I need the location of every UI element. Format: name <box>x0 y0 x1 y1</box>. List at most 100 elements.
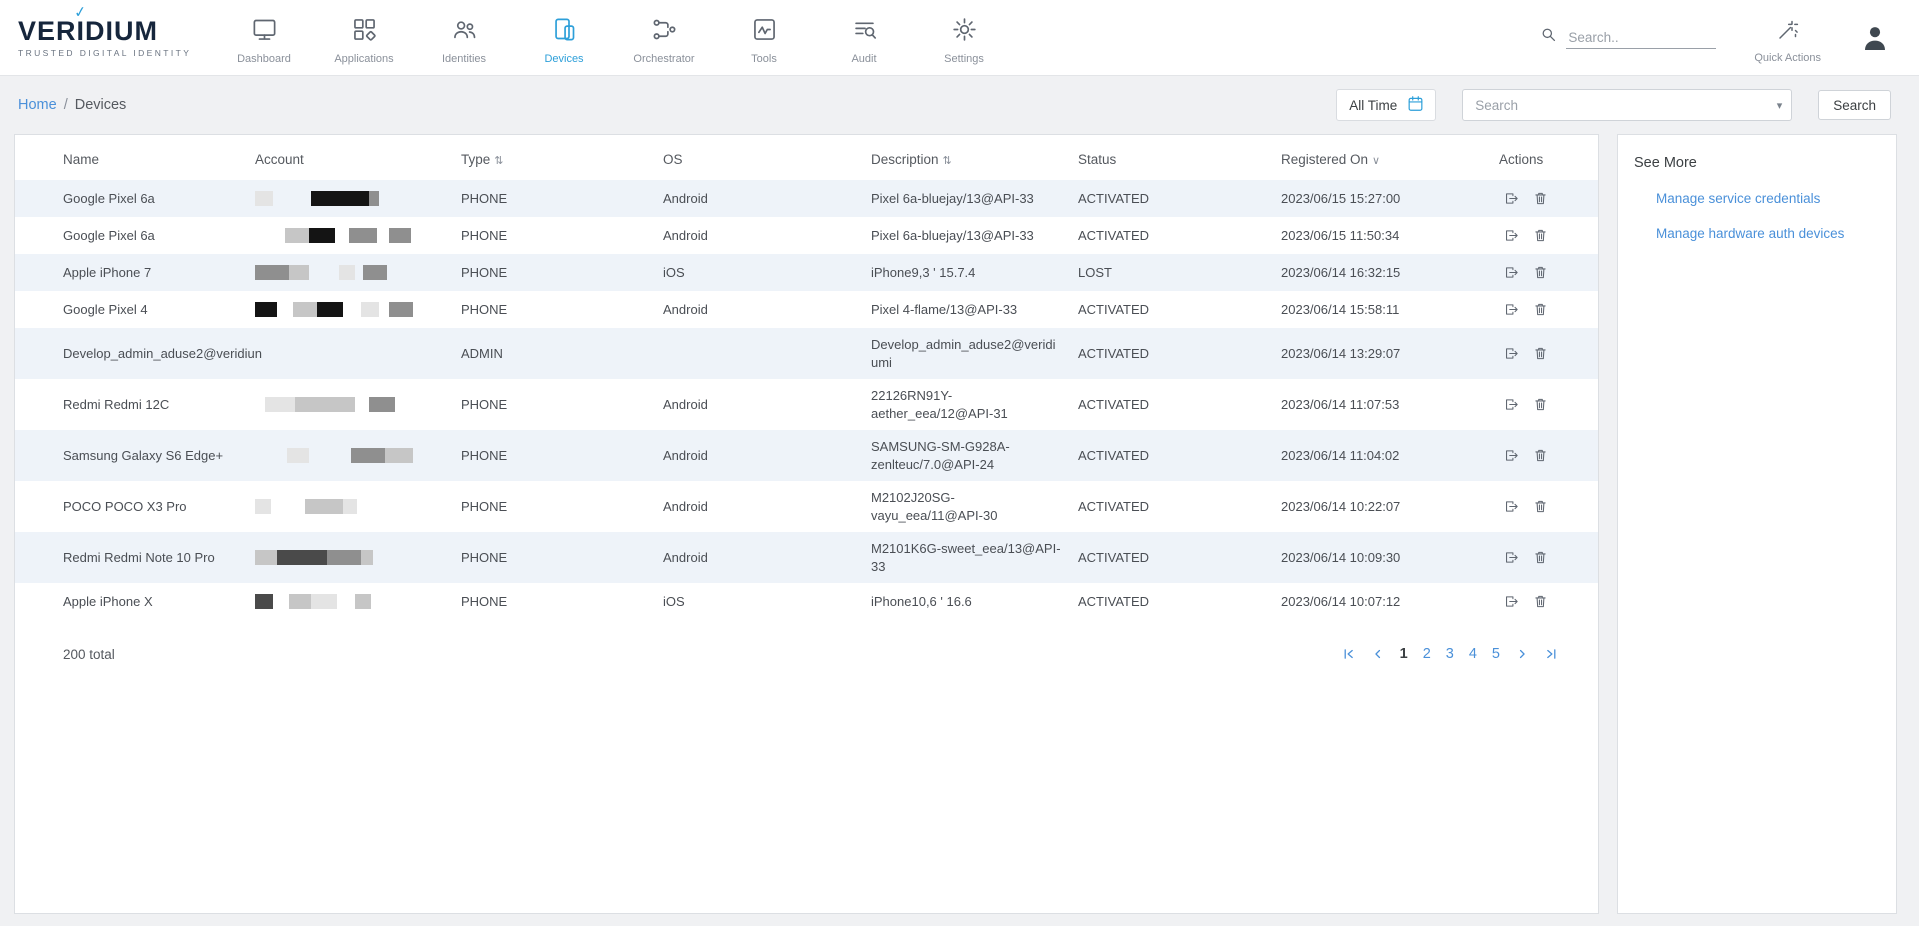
trash-icon <box>1532 264 1549 281</box>
trash-icon <box>1532 190 1549 207</box>
previous-page-button[interactable] <box>1371 647 1385 661</box>
device-name: Redmi Redmi 12C <box>15 379 247 430</box>
column-header-name: Name <box>15 137 247 180</box>
next-page-button[interactable] <box>1515 647 1529 661</box>
delete-device-button[interactable] <box>1528 394 1553 415</box>
delete-device-button[interactable] <box>1528 445 1553 466</box>
redacted-account <box>255 594 445 609</box>
page-number[interactable]: 1 <box>1400 646 1408 662</box>
nav-label: Audit <box>851 53 876 65</box>
trash-icon <box>1532 593 1549 610</box>
redacted-account <box>255 550 445 565</box>
view-sessions-button[interactable] <box>1499 445 1524 466</box>
box-arrow-right-icon <box>1503 227 1520 244</box>
nav-item-devices[interactable]: Devices <box>514 0 614 75</box>
time-range-filter-button[interactable]: All Time <box>1336 89 1436 121</box>
sort-icon: ⇅ <box>494 155 503 167</box>
nav-label: Tools <box>751 53 777 65</box>
delete-device-button[interactable] <box>1528 262 1553 283</box>
column-header-type[interactable]: Type⇅ <box>453 137 655 180</box>
sort-icon: ∨ <box>1372 155 1380 167</box>
global-search-input[interactable] <box>1566 27 1716 49</box>
table-row: Google Pixel 4 PHONE Android Pixel 4-fla… <box>15 291 1598 328</box>
manage-hardware-auth-devices-link[interactable]: Manage hardware auth devices <box>1656 226 1880 241</box>
table-row: Google Pixel 6a PHONE Android Pixel 6a-b… <box>15 217 1598 254</box>
device-status: LOST <box>1070 254 1273 291</box>
device-description: iPhone9,3 ' 15.7.4 <box>863 254 1070 291</box>
page-number[interactable]: 2 <box>1423 646 1431 662</box>
trash-icon <box>1532 227 1549 244</box>
chevron-left-icon <box>1371 647 1385 661</box>
devices-table: Name Account Type⇅ OS Description⇅ Statu… <box>15 137 1598 620</box>
devices-icon <box>551 16 578 48</box>
trash-icon <box>1532 301 1549 318</box>
breadcrumb-separator: / <box>64 97 68 113</box>
column-header-os: OS <box>655 137 863 180</box>
table-row: Apple iPhone X PHONE iOS iPhone10,6 ' 16… <box>15 583 1598 620</box>
delete-device-button[interactable] <box>1528 343 1553 364</box>
device-name: Apple iPhone 7 <box>15 254 247 291</box>
search-button[interactable]: Search <box>1818 90 1891 120</box>
nav-item-orchestrator[interactable]: Orchestrator <box>614 0 714 75</box>
trash-icon <box>1532 447 1549 464</box>
delete-device-button[interactable] <box>1528 547 1553 568</box>
nav-item-applications[interactable]: Applications <box>314 0 414 75</box>
device-os <box>655 328 863 379</box>
device-type: PHONE <box>453 481 655 532</box>
first-page-button[interactable] <box>1342 647 1356 661</box>
device-registered-on: 2023/06/14 16:32:15 <box>1273 254 1491 291</box>
device-name: Samsung Galaxy S6 Edge+ <box>15 430 247 481</box>
quick-actions-button[interactable]: Quick Actions <box>1754 12 1821 64</box>
view-sessions-button[interactable] <box>1499 394 1524 415</box>
column-header-status: Status <box>1070 137 1273 180</box>
device-os: Android <box>655 430 863 481</box>
device-registered-on: 2023/06/14 10:22:07 <box>1273 481 1491 532</box>
view-sessions-button[interactable] <box>1499 225 1524 246</box>
delete-device-button[interactable] <box>1528 225 1553 246</box>
manage-service-credentials-link[interactable]: Manage service credentials <box>1656 191 1880 206</box>
last-page-icon <box>1544 647 1558 661</box>
trash-icon <box>1532 498 1549 515</box>
column-header-description[interactable]: Description⇅ <box>863 137 1070 180</box>
redacted-account <box>255 499 445 514</box>
filter-controls: All Time ▾ Search <box>1336 89 1891 121</box>
nav-label: Dashboard <box>237 53 291 65</box>
page-number[interactable]: 3 <box>1446 646 1454 662</box>
view-sessions-button[interactable] <box>1499 188 1524 209</box>
table-search-combobox[interactable]: ▾ <box>1462 89 1792 121</box>
nav-item-audit[interactable]: Audit <box>814 0 914 75</box>
page-number[interactable]: 4 <box>1469 646 1477 662</box>
nav-item-identities[interactable]: Identities <box>414 0 514 75</box>
user-profile-button[interactable] <box>1859 22 1891 54</box>
nav-item-settings[interactable]: Settings <box>914 0 1014 75</box>
view-sessions-button[interactable] <box>1499 299 1524 320</box>
view-sessions-button[interactable] <box>1499 262 1524 283</box>
last-page-button[interactable] <box>1544 647 1558 661</box>
veridium-logo: VER✓IDIUM TRUSTED DIGITAL IDENTITY <box>18 0 200 75</box>
device-os: Android <box>655 180 863 217</box>
nav-label: Settings <box>944 53 984 65</box>
breadcrumb-home-link[interactable]: Home <box>18 97 57 113</box>
device-status: ACTIVATED <box>1070 379 1273 430</box>
page-number[interactable]: 5 <box>1492 646 1500 662</box>
delete-device-button[interactable] <box>1528 188 1553 209</box>
chevron-right-icon <box>1515 647 1529 661</box>
view-sessions-button[interactable] <box>1499 591 1524 612</box>
nav-item-dashboard[interactable]: Dashboard <box>214 0 314 75</box>
delete-device-button[interactable] <box>1528 299 1553 320</box>
nav-item-tools[interactable]: Tools <box>714 0 814 75</box>
table-search-input[interactable] <box>1463 98 1791 113</box>
view-sessions-button[interactable] <box>1499 547 1524 568</box>
delete-device-button[interactable] <box>1528 496 1553 517</box>
device-description: Pixel 4-flame/13@API-33 <box>863 291 1070 328</box>
view-sessions-button[interactable] <box>1499 343 1524 364</box>
calendar-icon <box>1406 94 1425 116</box>
nav-label: Applications <box>334 53 393 65</box>
device-account <box>247 328 453 379</box>
device-registered-on: 2023/06/15 15:27:00 <box>1273 180 1491 217</box>
quick-actions-label: Quick Actions <box>1754 52 1821 64</box>
device-type: PHONE <box>453 180 655 217</box>
delete-device-button[interactable] <box>1528 591 1553 612</box>
view-sessions-button[interactable] <box>1499 496 1524 517</box>
column-header-registered-on[interactable]: Registered On∨ <box>1273 137 1491 180</box>
